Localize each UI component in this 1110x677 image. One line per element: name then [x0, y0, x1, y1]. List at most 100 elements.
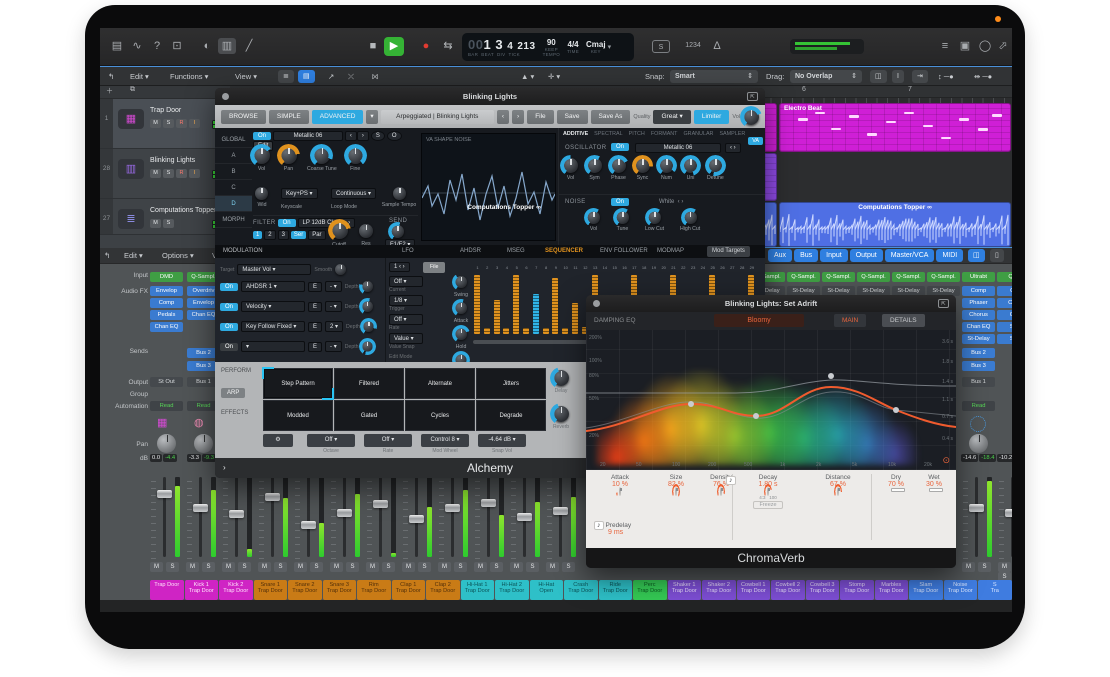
- seq-step[interactable]: 6: [522, 272, 531, 334]
- perform-snap-vol[interactable]: -4.64 dB ▾: [478, 434, 526, 447]
- solo-button[interactable]: S: [166, 562, 179, 572]
- solo-source-button[interactable]: S: [371, 131, 385, 141]
- menu-view[interactable]: View ▾: [235, 71, 257, 83]
- audio-fx-slot[interactable]: Cli: [997, 286, 1012, 296]
- track-name-label[interactable]: Clap 2Trap Door: [426, 580, 460, 600]
- perform-settings-button[interactable]: ⚙: [263, 434, 293, 447]
- seq-step[interactable]: 1: [473, 272, 482, 334]
- knob-num[interactable]: [659, 158, 674, 173]
- stop-button[interactable]: ■: [363, 37, 383, 55]
- metronome-icon[interactable]: Δ: [708, 38, 726, 54]
- mute-button[interactable]: M: [962, 562, 975, 572]
- power-icon[interactable]: ⊙: [942, 455, 950, 466]
- input-slot[interactable]: Q-Sampl.: [822, 272, 855, 282]
- output-slot[interactable]: Bus 1: [962, 377, 995, 387]
- seq-current-select[interactable]: Off ▾: [389, 276, 423, 287]
- collapse-icon[interactable]: ⇥: [912, 70, 928, 83]
- filter-serial-button[interactable]: Ser: [291, 231, 306, 239]
- mute-button[interactable]: M: [222, 562, 235, 572]
- mod-e-button[interactable]: E: [308, 282, 322, 292]
- mute-button[interactable]: M: [402, 562, 415, 572]
- catch-icon[interactable]: ⨝: [372, 71, 378, 83]
- prev-preset-button[interactable]: ‹: [497, 110, 509, 124]
- solo-button[interactable]: S: [202, 562, 215, 572]
- knob-vol[interactable]: [563, 158, 578, 173]
- help-icon[interactable]: ?: [148, 38, 166, 54]
- tab-env-follower[interactable]: ENV FOLLOWER: [600, 245, 648, 258]
- track-name-label[interactable]: Hi-Hat 2Trap Door: [495, 580, 529, 600]
- track-name-label[interactable]: STra: [978, 580, 1012, 600]
- wet-control[interactable]: Wet 30 %: [916, 474, 952, 488]
- mute-button[interactable]: M: [474, 562, 487, 572]
- mod-e-button[interactable]: E: [308, 342, 322, 352]
- track-name[interactable]: Trap Door: [150, 107, 181, 114]
- dry-control[interactable]: Dry 70 %: [878, 474, 914, 488]
- step-bar[interactable]: [484, 328, 490, 334]
- file-button[interactable]: File: [527, 110, 553, 124]
- output-source-button[interactable]: O: [387, 131, 402, 141]
- audio-fx-slot[interactable]: St-: [997, 322, 1012, 332]
- perform-pad[interactable]: Cycles: [405, 400, 475, 431]
- editors-icon[interactable]: ▥: [218, 38, 236, 54]
- audio-fx-slot[interactable]: Cha: [997, 298, 1012, 308]
- mod-targets-button[interactable]: Mod Targets: [707, 246, 750, 257]
- input-slot[interactable]: Q-Sampl.: [857, 272, 890, 282]
- channel-fader[interactable]: [222, 475, 256, 559]
- tab-modmap[interactable]: MODMAP: [657, 245, 684, 258]
- share-icon[interactable]: ⬀: [994, 38, 1012, 54]
- midi-region-electro-beat[interactable]: Electro Beat: [779, 103, 1011, 152]
- track-name-label[interactable]: Hi-Hat 1Trap Door: [461, 580, 495, 600]
- channel-fader[interactable]: [510, 475, 544, 559]
- mod-source-select[interactable]: Key Follow Fixed ▾: [241, 321, 305, 332]
- next-icon[interactable]: ›: [357, 131, 369, 141]
- track-name-label[interactable]: RideTrap Door: [599, 580, 633, 600]
- input-slot[interactable]: Q-S: [997, 272, 1012, 282]
- pointer-tool[interactable]: ▲ ▾: [521, 71, 534, 83]
- track-name-label[interactable]: NoiseTrap Door: [944, 580, 978, 600]
- tab-arp[interactable]: ARP: [221, 388, 245, 398]
- waveform-zoom-icon[interactable]: ◫: [870, 70, 887, 83]
- filter-output[interactable]: Output: [850, 249, 883, 262]
- track-header[interactable]: 27≣Computations TopperMS: [100, 199, 230, 235]
- sample-tempo-knob[interactable]: [393, 187, 406, 200]
- seq-step[interactable]: 9: [551, 272, 560, 334]
- track-name-label[interactable]: Cowbell 1Trap Door: [737, 580, 771, 600]
- solo-button[interactable]: S: [978, 562, 991, 572]
- tab-lfo[interactable]: LFO: [402, 245, 414, 258]
- audio-region-computations-2[interactable]: Computations Topper ∞: [779, 202, 1011, 247]
- distance-control[interactable]: Distance 67 %: [808, 474, 868, 495]
- pencil-icon[interactable]: ╱: [240, 38, 258, 54]
- track-i-button[interactable]: I: [189, 169, 200, 178]
- audio-fx-slot[interactable]: Phaser: [962, 298, 995, 308]
- solo-button[interactable]: S: [562, 562, 575, 572]
- preset-field[interactable]: Bloomy: [714, 314, 804, 327]
- mute-button[interactable]: M: [186, 562, 199, 572]
- mixer-menu-edit[interactable]: Edit ▾: [124, 250, 143, 262]
- seq-step[interactable]: 8: [542, 272, 551, 334]
- next-preset-button[interactable]: ›: [512, 110, 524, 124]
- mod-source-select[interactable]: ▾: [241, 341, 305, 352]
- tab-granular[interactable]: GRANULAR: [683, 131, 713, 137]
- mod-num-select[interactable]: 2 ▾: [325, 321, 343, 332]
- track-name-label[interactable]: Kick 2Trap Door: [219, 580, 253, 600]
- track-i-button[interactable]: I: [189, 119, 200, 128]
- channel-fader[interactable]: [294, 475, 328, 559]
- track-name-label[interactable]: Snare 3Trap Door: [323, 580, 357, 600]
- mod-num-select[interactable]: - ▾: [325, 341, 342, 352]
- solo-button[interactable]: S: [238, 562, 251, 572]
- tab-simple[interactable]: SIMPLE: [269, 110, 309, 124]
- mod-depth-knob[interactable]: [362, 281, 373, 292]
- track-name-label[interactable]: RimTrap Door: [357, 580, 391, 600]
- res-knob[interactable]: [359, 224, 373, 238]
- count-in-button[interactable]: 1234: [680, 38, 706, 54]
- tab-sampler[interactable]: SAMPLER: [719, 131, 745, 137]
- track-s-button[interactable]: S: [163, 219, 174, 228]
- mute-button[interactable]: M: [150, 562, 163, 572]
- track-header[interactable]: 1▦Trap DoorMSRI: [100, 99, 230, 149]
- lcd-display[interactable]: 001 3 4 213 BAR BEAT DIV TICK 90 KEEP TE…: [462, 33, 634, 61]
- channel-fader[interactable]: [258, 475, 292, 559]
- track-name-label[interactable]: Shaker 1Trap Door: [668, 580, 702, 600]
- chat-icon[interactable]: ◯: [976, 38, 994, 54]
- distance-knob[interactable]: [837, 487, 839, 496]
- track-name[interactable]: Blinking Lights: [150, 157, 195, 164]
